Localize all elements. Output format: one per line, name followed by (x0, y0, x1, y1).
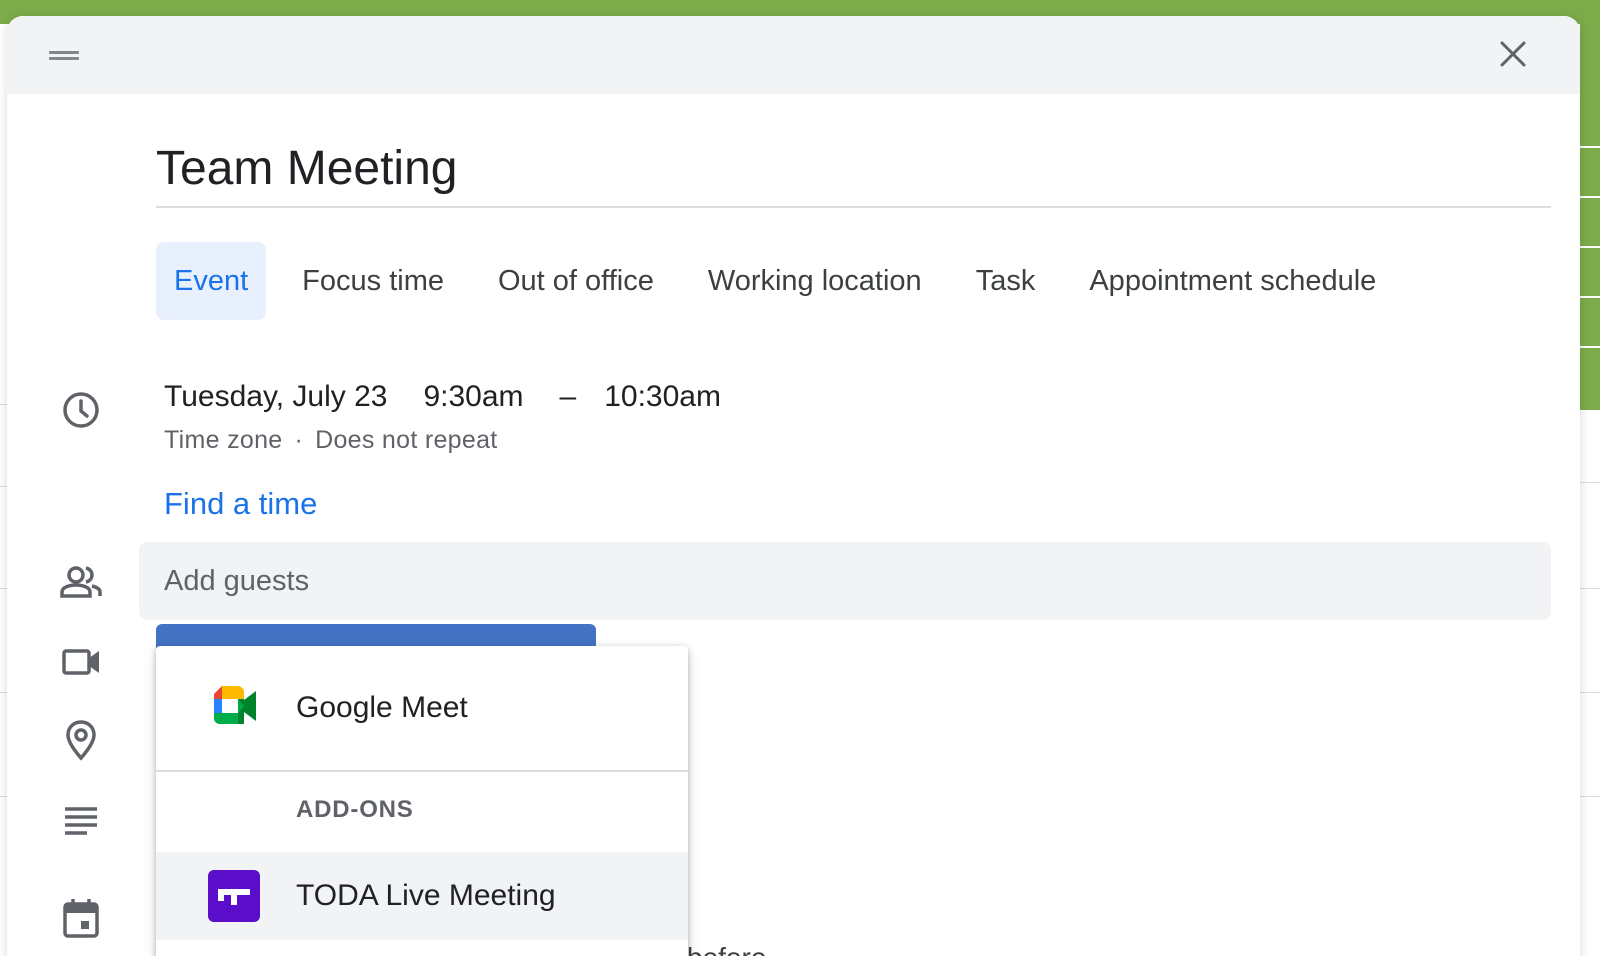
description-icon (57, 796, 105, 844)
tab-task[interactable]: Task (958, 242, 1054, 320)
grid-line (1580, 692, 1600, 693)
timezone-repeat-row: Time zone · Does not repeat (164, 426, 498, 455)
menu-divider (156, 770, 688, 772)
event-type-tabs: Event Focus time Out of office Working l… (156, 242, 1412, 320)
repeat-link[interactable]: Does not repeat (315, 426, 497, 455)
conferencing-menu: Google Meet ADD-ONS TODA Live Meeting (156, 646, 688, 956)
tab-working-location[interactable]: Working location (690, 242, 940, 320)
grid-line (1580, 482, 1600, 483)
add-guests-input[interactable] (139, 542, 1551, 620)
tab-focus-time[interactable]: Focus time (284, 242, 462, 320)
event-separator (1580, 196, 1600, 198)
event-datetime: Tuesday, July 23 9:30am – 10:30am (164, 380, 757, 414)
event-separator (1580, 146, 1600, 148)
tab-appointment-schedule[interactable]: Appointment schedule (1071, 242, 1394, 320)
tab-out-of-office[interactable]: Out of office (480, 242, 672, 320)
drag-handle-icon[interactable] (47, 46, 81, 62)
grid-line (1580, 796, 1600, 797)
menu-item-google-meet[interactable]: Google Meet (156, 646, 688, 770)
video-camera-icon (57, 638, 105, 686)
calendar-event-block[interactable] (1580, 24, 1600, 410)
event-title-input[interactable] (156, 138, 1551, 198)
menu-item-label: TODA Live Meeting (296, 879, 556, 912)
people-icon (57, 558, 105, 606)
event-separator (1580, 296, 1600, 298)
dialog-header[interactable] (7, 16, 1580, 94)
event-date[interactable]: Tuesday, July 23 (164, 380, 387, 414)
location-pin-icon (57, 716, 105, 764)
event-start-time[interactable]: 9:30am (423, 380, 523, 414)
add-ons-section-header: ADD-ONS (296, 796, 414, 823)
close-button[interactable] (1495, 36, 1531, 72)
event-editor-dialog: Event Focus time Out of office Working l… (7, 16, 1580, 956)
event-separator (1580, 246, 1600, 248)
find-a-time-link[interactable]: Find a time (164, 486, 317, 522)
title-underline (156, 206, 1551, 208)
event-separator (1580, 346, 1600, 348)
close-icon (1500, 41, 1526, 67)
time-separator: – (559, 380, 577, 413)
notification-text: before (687, 942, 766, 956)
clock-icon (57, 386, 105, 434)
grid-line (1580, 588, 1600, 589)
menu-item-label: Google Meet (296, 691, 468, 724)
tab-event[interactable]: Event (156, 242, 267, 320)
google-meet-icon (214, 686, 256, 724)
menu-item-toda-live-meeting[interactable]: TODA Live Meeting (156, 852, 688, 940)
event-end-time[interactable]: 10:30am (604, 380, 721, 414)
toda-icon (208, 870, 260, 922)
time-zone-link[interactable]: Time zone (164, 426, 282, 455)
separator-dot: · (294, 426, 304, 454)
calendar-icon (57, 894, 105, 942)
